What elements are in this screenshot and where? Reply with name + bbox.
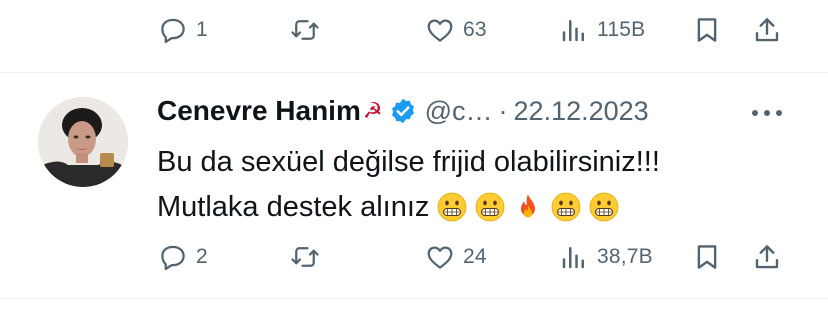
views-icon xyxy=(562,247,584,269)
like-button[interactable]: 63 xyxy=(425,0,487,60)
share-icon xyxy=(755,18,779,42)
bookmark-button[interactable] xyxy=(692,227,722,287)
grimacing-face-emoji xyxy=(476,192,505,222)
grimacing-face-emoji xyxy=(590,192,619,222)
repost-icon xyxy=(291,20,319,40)
like-count: 63 xyxy=(463,18,487,41)
repost-button[interactable] xyxy=(290,0,328,60)
reply-icon xyxy=(161,18,185,43)
grimacing-face-emoji xyxy=(438,192,467,222)
verified-badge-icon xyxy=(391,98,414,124)
repost-icon xyxy=(291,247,319,267)
display-name[interactable]: Cenevre Hanim xyxy=(157,95,361,127)
views-button[interactable]: 115B xyxy=(559,0,645,60)
views-button[interactable]: 38,7B xyxy=(559,227,653,287)
grimacing-face-emoji xyxy=(552,192,581,222)
tweet-text-line-1: Bu da sexüel değilse frijid olabilirsini… xyxy=(157,146,660,178)
views-count: 115B xyxy=(597,18,646,41)
heart-icon xyxy=(427,246,453,269)
bookmark-icon xyxy=(697,18,717,42)
bookmark-button[interactable] xyxy=(692,0,722,60)
tweet-action-bar: 2 24 38,7B xyxy=(0,227,828,287)
reply-button[interactable]: 1 xyxy=(158,0,208,60)
share-button[interactable] xyxy=(752,227,782,287)
reply-icon xyxy=(161,245,185,270)
reply-count: 2 xyxy=(196,245,208,268)
bookmark-icon xyxy=(697,245,717,269)
user-handle[interactable]: @c… xyxy=(425,96,493,127)
like-button[interactable]: 24 xyxy=(425,227,487,287)
hammer-sickle-emoji: ☭ xyxy=(362,98,383,123)
fire-emoji xyxy=(521,194,536,218)
share-icon xyxy=(755,245,779,269)
prev-tweet-action-bar: 1 63 115B xyxy=(0,0,828,60)
like-count: 24 xyxy=(463,245,487,268)
more-options-button[interactable] xyxy=(745,96,789,130)
tweet-date[interactable]: 22.12.2023 xyxy=(514,96,649,127)
tweet-divider xyxy=(0,298,828,299)
avatar-photo xyxy=(38,97,128,187)
more-dots-icon xyxy=(752,110,782,116)
reply-button[interactable]: 2 xyxy=(158,227,208,287)
reply-count: 1 xyxy=(196,18,208,41)
tweet-divider xyxy=(0,72,828,73)
tweet-header: Cenevre Hanim ☭ @c… · 22.12.2023 xyxy=(157,88,649,134)
avatar[interactable] xyxy=(38,97,128,187)
tweet-text-line-2-text: Mutlaka destek alınız xyxy=(157,191,430,223)
tweet-text: Bu da sexüel değilse frijid olabilirsini… xyxy=(157,140,797,230)
share-button[interactable] xyxy=(752,0,782,60)
tweet-text-line-2: Mutlaka destek alınız xyxy=(157,185,797,230)
views-count: 38,7B xyxy=(597,245,653,268)
repost-button[interactable] xyxy=(290,227,328,287)
views-icon xyxy=(562,20,584,42)
heart-icon xyxy=(427,19,453,42)
header-separator: · xyxy=(498,95,508,126)
